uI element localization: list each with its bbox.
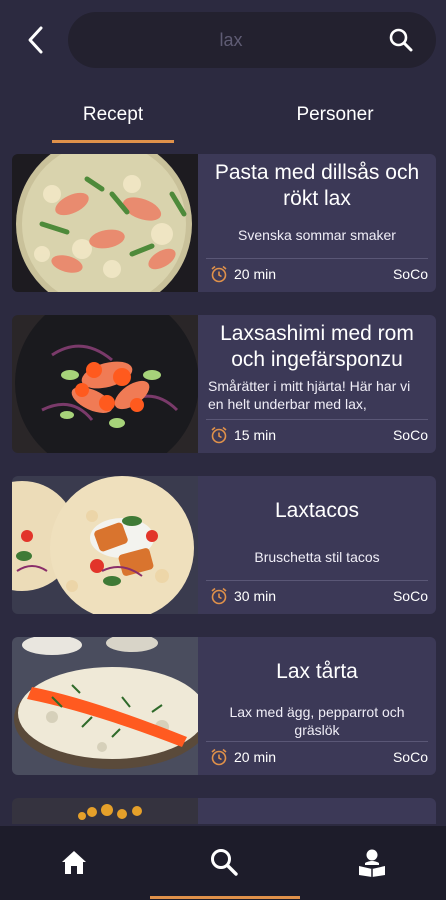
search-icon <box>211 849 238 876</box>
alarm-clock-icon <box>211 587 227 605</box>
nav-home[interactable] <box>54 842 94 882</box>
nav-profile[interactable] <box>352 842 392 882</box>
recipe-list[interactable]: Pasta med dillsås och rökt lax Svenska s… <box>0 154 446 824</box>
tab-bar: Recept Personer <box>0 86 446 146</box>
recipe-image <box>12 154 198 292</box>
alarm-clock-icon <box>211 748 227 766</box>
recipe-card[interactable]: Lax tårta Lax med ägg, pepparrot och grä… <box>12 637 436 775</box>
recipe-time-value: 20 min <box>234 266 277 282</box>
recipe-title: Laxtacos <box>274 499 360 522</box>
nav-search[interactable] <box>204 842 244 882</box>
recipe-time: 30 min <box>210 584 276 608</box>
recipe-author: SoCo <box>392 588 428 604</box>
recipe-card[interactable]: Pasta med dillsås och rökt lax Svenska s… <box>12 154 436 292</box>
recipe-time: 20 min <box>210 262 276 286</box>
recipe-title: Lax tårta <box>276 660 358 683</box>
recipe-time-value: 30 min <box>234 588 277 604</box>
search-screen: Recept Personer <box>0 0 446 900</box>
profile-reader-icon <box>359 849 385 877</box>
divider <box>206 258 428 259</box>
chevron-left-icon <box>28 26 43 54</box>
recipe-author: SoCo <box>392 749 428 765</box>
recipe-time-value: 20 min <box>234 749 277 765</box>
search-input[interactable] <box>86 12 376 68</box>
recipe-info: Laxsashimi med rom och ingefärsponzu Små… <box>198 315 436 453</box>
recipe-image <box>12 637 198 775</box>
recipe-description: Lax med ägg, pepparrot och gräslök <box>229 704 405 738</box>
recipe-info: Pasta med dillsås och rökt lax Svenska s… <box>198 154 436 292</box>
search-box <box>68 12 436 68</box>
recipe-description: Smårätter i mitt hjärta! Här har vi en h… <box>208 378 411 412</box>
recipe-image <box>12 476 198 614</box>
recipe-author: SoCo <box>392 266 428 282</box>
recipe-info: Lax tårta Lax med ägg, pepparrot och grä… <box>198 637 436 775</box>
recipe-image <box>12 798 198 824</box>
recipe-card[interactable] <box>12 798 436 824</box>
divider <box>206 741 428 742</box>
recipe-card[interactable]: Laxtacos Bruschetta stil tacos 30 min So… <box>12 476 436 614</box>
recipe-card[interactable]: Laxsashimi med rom och ingefärsponzu Små… <box>12 315 436 453</box>
recipe-author: SoCo <box>392 427 428 443</box>
recipe-time-value: 15 min <box>234 427 277 443</box>
recipe-description: Svenska sommar smaker <box>238 227 396 243</box>
search-icon[interactable] <box>388 27 414 53</box>
alarm-clock-icon <box>211 426 227 444</box>
recipe-info: Laxtacos Bruschetta stil tacos 30 min So… <box>198 476 436 614</box>
tab-personer[interactable]: Personer <box>270 86 400 144</box>
header <box>0 0 446 86</box>
recipe-info <box>198 798 436 824</box>
recipe-time: 20 min <box>210 745 276 769</box>
recipe-time: 15 min <box>210 423 276 447</box>
recipe-title: Pasta med dillsås och rökt lax <box>214 161 420 210</box>
active-tab-indicator <box>52 140 174 143</box>
divider <box>206 419 428 420</box>
tab-recept[interactable]: Recept <box>52 86 174 144</box>
alarm-clock-icon <box>211 265 227 283</box>
recipe-image <box>12 315 198 453</box>
back-button[interactable] <box>16 20 56 60</box>
divider <box>206 580 428 581</box>
bottom-navigation <box>0 826 446 900</box>
home-icon <box>62 851 86 874</box>
recipe-title: Laxsashimi med rom och ingefärsponzu <box>220 322 414 371</box>
recipe-description: Bruschetta stil tacos <box>254 549 380 565</box>
active-nav-indicator <box>150 896 300 899</box>
